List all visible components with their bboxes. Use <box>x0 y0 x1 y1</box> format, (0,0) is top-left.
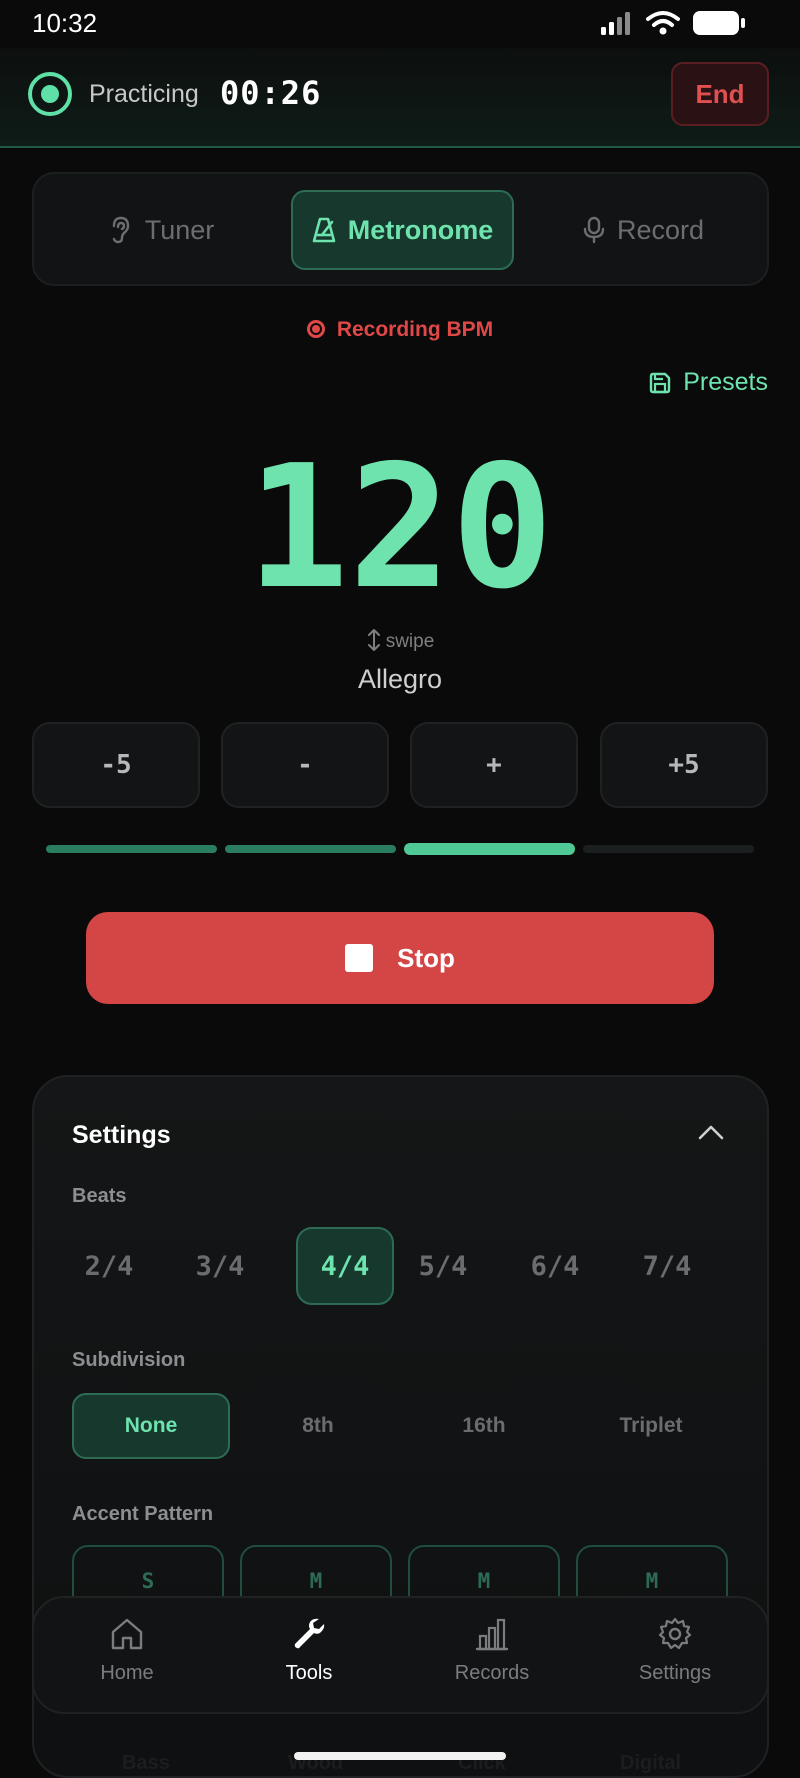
nav-tools[interactable]: Tools <box>234 1616 384 1685</box>
status-bar: 10:32 <box>0 0 800 48</box>
home-indicator[interactable] <box>294 1752 506 1760</box>
subdivision-option[interactable]: 16th <box>405 1393 563 1459</box>
minus-five-button[interactable]: -5 <box>32 722 200 808</box>
beats-option[interactable]: 3/4 <box>171 1227 269 1305</box>
session-status: Practicing <box>89 80 199 108</box>
status-icons <box>600 10 746 36</box>
beat-segment <box>583 845 754 853</box>
subdivision-option[interactable]: 8th <box>239 1393 397 1459</box>
vertical-arrows-icon <box>367 629 380 651</box>
record-dot-icon <box>306 320 325 338</box>
stop-label: Stop <box>397 942 455 973</box>
beat-indicator <box>46 843 754 855</box>
recording-bpm-label: Recording BPM <box>336 318 494 341</box>
minus-one-button[interactable]: - <box>221 722 389 808</box>
bpm-display[interactable]: 120 <box>0 443 800 613</box>
stop-button[interactable]: Stop <box>86 912 714 1004</box>
tab-label: Tuner <box>144 214 215 245</box>
tool-tabs: Tuner Metronome Record <box>32 172 769 286</box>
sound-option-ghost: Digital <box>620 1752 682 1774</box>
subdivision-option[interactable]: Triplet <box>572 1393 730 1459</box>
tab-tuner[interactable]: Tuner <box>50 190 273 270</box>
nav-label: Tools <box>285 1662 333 1684</box>
home-icon <box>111 1618 143 1650</box>
beats-option[interactable]: 2/4 <box>60 1227 158 1305</box>
presets-button[interactable]: Presets <box>649 368 768 397</box>
beats-label: Beats <box>72 1185 127 1207</box>
tab-label: Record <box>616 214 705 245</box>
subdivision-label: Subdivision <box>72 1349 186 1371</box>
accent-pattern-label: Accent Pattern <box>72 1503 214 1525</box>
nav-home[interactable]: Home <box>52 1616 202 1685</box>
session-header: Practicing 00:26 End <box>0 48 800 148</box>
nav-records[interactable]: Records <box>417 1616 567 1685</box>
presets-label: Presets <box>683 368 768 396</box>
recording-bpm-indicator: Recording BPM <box>0 318 800 342</box>
save-icon <box>650 372 671 393</box>
beat-segment <box>404 843 575 855</box>
wifi-icon <box>646 11 680 35</box>
wrench-icon <box>294 1618 325 1649</box>
beats-option[interactable]: 6/4 <box>506 1227 604 1305</box>
nav-label: Home <box>100 1662 154 1684</box>
plus-one-button[interactable]: + <box>410 722 578 808</box>
swipe-hint: swipe <box>0 628 800 653</box>
sound-option-ghost: Bass <box>122 1752 170 1774</box>
gear-icon <box>658 1617 692 1650</box>
battery-icon <box>693 11 745 35</box>
ear-icon <box>112 216 129 244</box>
tab-label: Metronome <box>347 214 494 245</box>
nav-label: Settings <box>638 1662 712 1684</box>
tab-record[interactable]: Record <box>532 190 755 270</box>
nav-label: Records <box>454 1662 530 1684</box>
plus-five-button[interactable]: +5 <box>600 722 768 808</box>
beats-option[interactable]: 7/4 <box>618 1227 716 1305</box>
beats-option-selected[interactable]: 4/4 <box>296 1227 394 1305</box>
bar-chart-icon <box>475 1618 509 1651</box>
session-active-icon <box>28 72 72 116</box>
end-session-button[interactable]: End <box>671 62 769 126</box>
subdivision-option-selected[interactable]: None <box>72 1393 230 1459</box>
bottom-nav: Home Tools Records Settings <box>32 1596 769 1714</box>
clock: 10:32 <box>32 8 98 38</box>
beat-segment <box>46 845 217 853</box>
tab-metronome[interactable]: Metronome <box>291 190 514 270</box>
signal-icon <box>601 12 630 35</box>
beat-segment <box>225 845 396 853</box>
nav-settings[interactable]: Settings <box>600 1616 750 1685</box>
session-timer: 00:26 <box>220 74 322 112</box>
chevron-up-icon[interactable] <box>697 1123 725 1141</box>
swipe-label: swipe <box>385 631 435 652</box>
microphone-icon <box>583 216 605 244</box>
metronome-icon <box>312 217 336 243</box>
settings-title: Settings <box>72 1121 171 1149</box>
stop-icon <box>345 944 374 972</box>
bpm-step-buttons: -5 - + +5 <box>32 722 769 808</box>
beats-option[interactable]: 5/4 <box>394 1227 492 1305</box>
tempo-marking: Allegro <box>357 664 443 694</box>
